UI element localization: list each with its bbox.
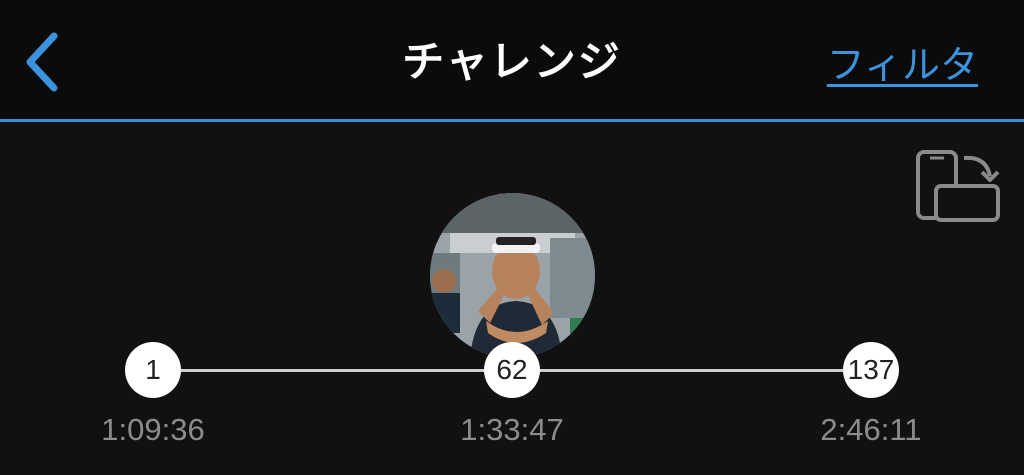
timeline-node-first[interactable]: 1 [125,342,181,398]
chevron-left-icon [26,32,58,92]
avatar[interactable] [430,193,595,358]
filter-link[interactable]: フィルタ [827,34,978,89]
rotate-view-button[interactable] [914,148,1004,226]
timeline-time-first: 1:09:36 [101,412,205,447]
timeline-node-last[interactable]: 137 [843,342,899,398]
header-divider [0,119,1024,122]
nav-bar: チャレンジ フィルタ [0,0,1024,120]
timeline-time-last: 2:46:11 [820,412,922,447]
rotate-device-icon [916,150,1000,222]
timeline-time-self: 1:33:47 [460,412,564,447]
runner-photo [430,193,595,358]
timeline-node-self[interactable]: 62 [484,342,540,398]
back-button[interactable] [18,30,66,94]
